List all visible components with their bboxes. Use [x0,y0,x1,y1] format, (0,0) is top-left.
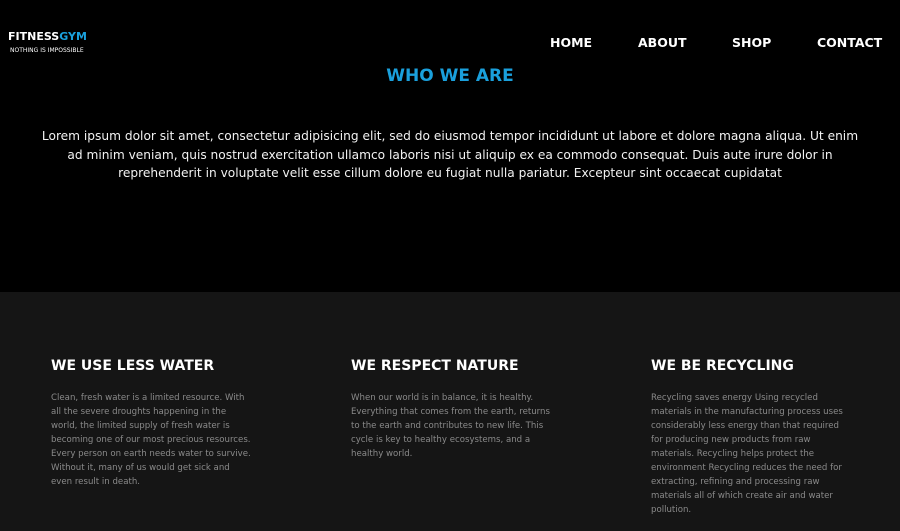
feature-card-recycling: WE BE RECYCLING Recycling saves energy U… [651,358,861,517]
feature-text: Clean, fresh water is a limited resource… [51,393,251,487]
feature-title: WE BE RECYCLING [651,358,794,374]
main-nav: HOME ABOUT SHOP CONTACT [0,35,900,51]
nav-about-link[interactable]: ABOUT [638,35,687,50]
nav-contact-link[interactable]: CONTACT [817,35,882,50]
feature-text: Recycling saves energy Using recycled ma… [651,393,843,515]
nav-shop-link[interactable]: SHOP [732,35,771,50]
nav-home-link[interactable]: HOME [550,35,592,50]
section-title: WHO WE ARE [386,66,514,86]
page: FITNESSGYM NOTHING IS IMPOSSIBLE HOME AB… [0,0,900,531]
intro-paragraph: Lorem ipsum dolor sit amet, consectetur … [41,129,859,180]
feature-card-water: WE USE LESS WATER Clean, fresh water is … [51,358,261,489]
feature-text: When our world is in balance, it is heal… [351,393,550,459]
features-section: WE USE LESS WATER Clean, fresh water is … [0,292,900,531]
feature-title: WE USE LESS WATER [51,358,215,374]
feature-title: WE RESPECT NATURE [351,358,519,374]
feature-card-nature: WE RESPECT NATURE When our world is in b… [351,358,561,461]
